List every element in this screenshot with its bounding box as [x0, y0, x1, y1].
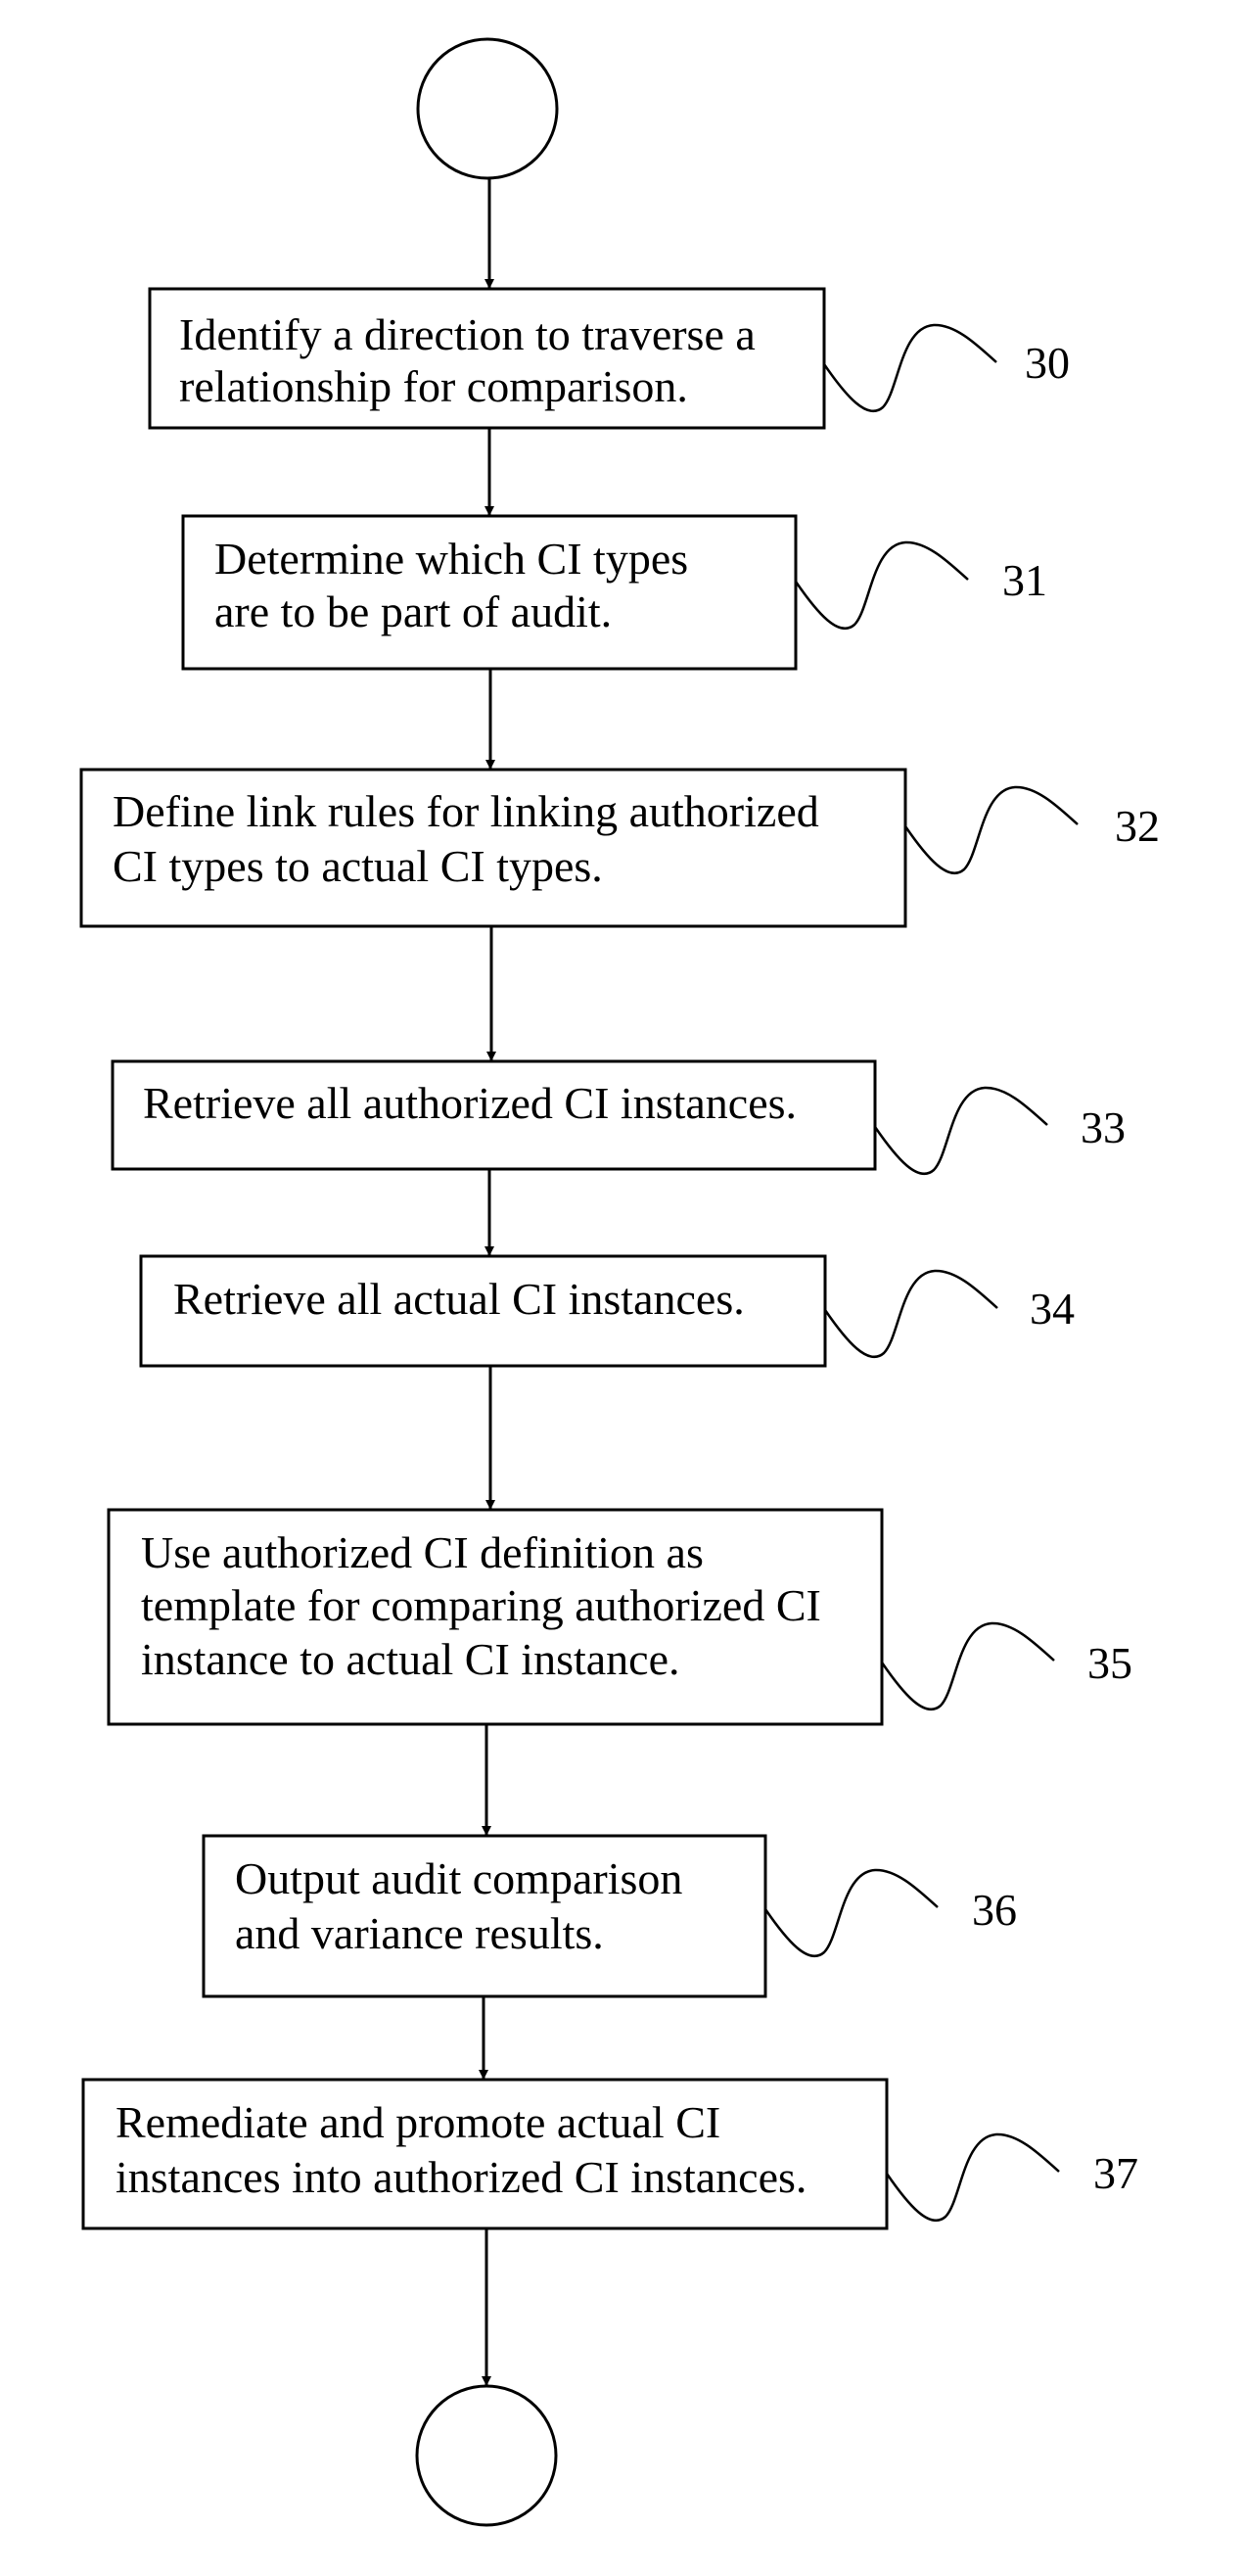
end-terminal	[415, 2384, 558, 2527]
reference-numeral: 36	[972, 1885, 1017, 1935]
start-terminal	[416, 37, 559, 180]
step-text-line: CI types to actual CI types.	[113, 841, 603, 891]
process-step-33: Retrieve all authorized CI instances. 33	[111, 1059, 1126, 1176]
step-text-line: Remediate and promote actual CI	[115, 2097, 720, 2147]
process-step-30: Identify a direction to traverse arelati…	[148, 287, 1070, 430]
step-text-line: Retrieve all authorized CI instances.	[143, 1078, 797, 1128]
step-text-line: and variance results.	[235, 1908, 604, 1958]
reference-numeral: 35	[1087, 1638, 1132, 1688]
step-text-line: Output audit comparison	[235, 1853, 682, 1903]
reference-numeral: 34	[1030, 1284, 1075, 1334]
flowchart-canvas: Identify a direction to traverse arelati…	[79, 37, 1160, 2527]
process-step-37: Remediate and promote actual CIinstances…	[81, 2078, 1138, 2230]
process-step-36: Output audit comparisonand variance resu…	[202, 1834, 1017, 1998]
reference-numeral: 31	[1002, 555, 1047, 605]
reference-leader-line	[903, 785, 1079, 875]
reference-leader-line	[885, 2132, 1060, 2223]
step-text-line: Retrieve all actual CI instances.	[173, 1274, 745, 1324]
step-text-line: Use authorized CI definition as	[141, 1527, 704, 1577]
step-text-line: Determine which CI types	[214, 534, 688, 584]
process-step-34: Retrieve all actual CI instances. 34	[139, 1254, 1075, 1368]
reference-numeral: 37	[1093, 2148, 1138, 2198]
step-text-line: instances into authorized CI instances.	[115, 2152, 807, 2202]
reference-leader-line	[822, 323, 997, 413]
process-step-32: Define link rules for linking authorized…	[79, 768, 1160, 928]
reference-leader-line	[763, 1868, 939, 1958]
reference-leader-line	[823, 1269, 998, 1359]
process-step-35: Use authorized CI definition astemplate …	[107, 1508, 1132, 1726]
reference-leader-line	[880, 1621, 1055, 1711]
step-text-line: are to be part of audit.	[214, 586, 612, 636]
reference-numeral: 30	[1025, 338, 1070, 388]
step-text-line: instance to actual CI instance.	[141, 1634, 680, 1684]
step-text-line: Define link rules for linking authorized	[113, 786, 819, 836]
reference-leader-line	[873, 1086, 1048, 1176]
step-text-line: template for comparing authorized CI	[141, 1580, 821, 1630]
reference-numeral: 32	[1115, 801, 1160, 851]
step-text-line: Identify a direction to traverse a	[179, 309, 756, 359]
process-step-31: Determine which CI typesare to be part o…	[181, 514, 1047, 671]
steps-layer: Identify a direction to traverse arelati…	[79, 179, 1160, 2386]
reference-numeral: 33	[1081, 1102, 1126, 1152]
step-text-line: relationship for comparison.	[179, 361, 688, 411]
reference-leader-line	[794, 540, 969, 631]
